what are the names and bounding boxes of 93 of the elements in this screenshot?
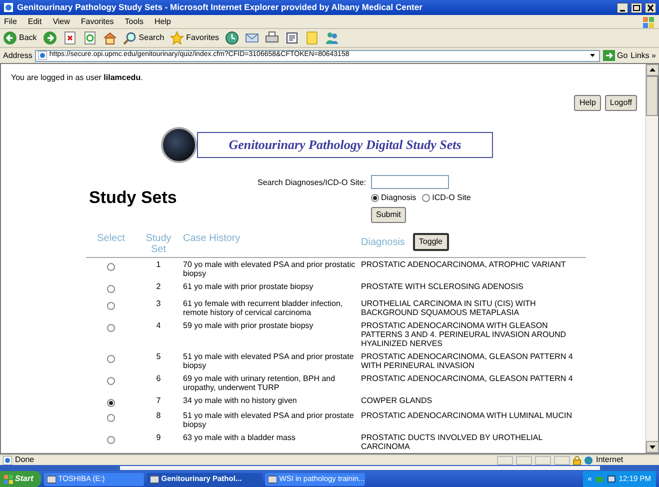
toggle-button[interactable]: Toggle bbox=[412, 233, 448, 251]
case-history: 34 yo male with no history given bbox=[183, 396, 297, 405]
diagnosis: PROSTATIC ADENOCARCINOMA, GLEASON PATTERN 4 bbox=[361, 374, 573, 383]
diagnosis: PROSTATIC DUCTS INVOLVED BY UROTHELIAL CARCINOMA bbox=[361, 433, 542, 451]
back-button[interactable]: Back bbox=[3, 31, 37, 45]
printer-icon[interactable] bbox=[265, 31, 280, 45]
close-button[interactable] bbox=[645, 2, 656, 12]
diagnosis: COWPER GLANDS bbox=[361, 396, 432, 405]
row-radio[interactable] bbox=[107, 414, 115, 422]
diagnosis: PROSTATIC ADENOCARCINOMA, ATROPHIC VARIANT bbox=[361, 260, 566, 269]
row-radio[interactable] bbox=[107, 377, 115, 385]
star-icon bbox=[170, 31, 184, 45]
study-set-number: 8 bbox=[156, 411, 161, 420]
page-heading: Study Sets bbox=[89, 187, 178, 209]
house-icon[interactable] bbox=[102, 31, 117, 45]
study-set-number: 7 bbox=[156, 396, 161, 405]
radio-option[interactable]: Diagnosis bbox=[371, 192, 416, 204]
diagnosis: PROSTATIC ADENOCARCINOMA WITH LUMINAL MUCIN bbox=[361, 411, 572, 420]
window-title: Genitourinary Pathology Study Sets - Microsoft Internet Explorer provided by Albany Medical Center bbox=[17, 1, 424, 14]
case-history: 51 yo male with elevated PSA and prior prostate biopsy bbox=[183, 352, 354, 370]
row-radio[interactable] bbox=[107, 324, 115, 332]
study-set-number: 3 bbox=[156, 299, 161, 308]
search-field[interactable] bbox=[371, 175, 449, 189]
row-radio[interactable] bbox=[107, 263, 115, 271]
page-button[interactable]: Logoff bbox=[604, 95, 637, 111]
maximize-button[interactable] bbox=[631, 2, 642, 12]
start-button[interactable]: Start bbox=[0, 471, 42, 487]
people-icon[interactable] bbox=[325, 31, 340, 45]
document-icon[interactable] bbox=[285, 31, 300, 45]
status-text: Done bbox=[15, 454, 36, 466]
search-label: Search Diagnoses/ICD-O Site: bbox=[256, 177, 367, 189]
row-radio[interactable] bbox=[107, 302, 115, 310]
scroll-thumb[interactable] bbox=[646, 76, 658, 116]
case-history: 51 yo male with elevated PSA and prior prostate biopsy bbox=[183, 411, 354, 429]
diagnosis: PROSTATIC ADENOCARCINOMA WITH GLEASON PATTERNS 3 AND 4. PERINEURAL INVASION AROUND HYALINIZED NERVES bbox=[361, 321, 566, 348]
windows-logo-icon bbox=[641, 16, 655, 28]
study-set-number: 5 bbox=[156, 352, 161, 361]
study-set-number: 2 bbox=[156, 282, 161, 291]
login-text: You are logged in as user lilamcedu. bbox=[11, 72, 144, 84]
case-history: 70 yo male with elevated PSA and prior prostatic biopsy bbox=[183, 260, 356, 278]
diagnosis: PROSTATE WITH SCLEROSING ADENOSIS bbox=[361, 282, 524, 291]
history-clock-icon[interactable] bbox=[225, 31, 240, 45]
menu-item[interactable]: Favorites bbox=[80, 16, 114, 28]
study-set-number: 4 bbox=[156, 321, 161, 330]
column-header: Diagnosis bbox=[361, 236, 405, 248]
arrow-icon bbox=[602, 50, 615, 61]
row-radio[interactable] bbox=[107, 399, 115, 407]
diagnosis: UROTHELIAL CARCINOMA IN SITU (CIS) WITH BACKGROUND SQUAMOUS METAPLASIA bbox=[361, 299, 536, 317]
status-panel bbox=[554, 456, 570, 464]
status-panel bbox=[535, 456, 551, 464]
row-radio[interactable] bbox=[107, 436, 115, 444]
refresh-icon[interactable] bbox=[82, 31, 97, 45]
status-panel bbox=[516, 456, 532, 464]
column-header: Case History bbox=[183, 233, 240, 244]
windows-logo-icon bbox=[4, 474, 13, 484]
case-history: 61 yo male with prior prostate biopsy bbox=[183, 282, 314, 291]
case-history: 61 yo female with recurrent bladder infection, remote history of cervical carcinoma bbox=[183, 299, 343, 317]
menu-item[interactable]: Edit bbox=[28, 16, 42, 28]
banner-title: Genitourinary Pathology Digital Study Sets bbox=[228, 136, 462, 154]
padlock-icon bbox=[573, 456, 581, 464]
column-header: Study Set bbox=[146, 233, 172, 255]
menu-item[interactable]: Help bbox=[154, 16, 171, 28]
minimize-button[interactable] bbox=[617, 2, 628, 12]
links-button[interactable]: Links » bbox=[630, 50, 656, 62]
study-set-number: 9 bbox=[156, 433, 161, 442]
diagnosis: PROSTATIC ADENOCARCINOMA, GLEASON PATTERN 4 WITH PERINEURAL INVASION bbox=[361, 352, 573, 370]
note-icon[interactable] bbox=[305, 31, 320, 45]
row-radio[interactable] bbox=[107, 285, 115, 293]
radio-option[interactable]: ICD-O Site bbox=[422, 192, 471, 204]
stop-icon[interactable] bbox=[62, 31, 77, 45]
submit-button[interactable]: Submit bbox=[371, 207, 406, 223]
search-icon bbox=[122, 31, 137, 45]
case-history: 63 yo male with a bladder mass bbox=[183, 433, 296, 442]
envelope-icon[interactable] bbox=[245, 31, 260, 45]
favorites-button[interactable]: Favorites bbox=[170, 31, 220, 45]
page-button[interactable]: Help bbox=[574, 95, 601, 111]
menu-item[interactable]: Tools bbox=[124, 16, 144, 28]
menu-item[interactable]: File bbox=[4, 16, 17, 28]
logo-emblem bbox=[161, 127, 197, 163]
address-label: Address bbox=[3, 50, 32, 62]
row-radio[interactable] bbox=[107, 355, 115, 363]
column-header: Select bbox=[97, 233, 125, 244]
status-panel bbox=[497, 456, 513, 464]
menu-item[interactable]: View bbox=[52, 16, 70, 28]
monitor-icon bbox=[606, 474, 616, 484]
go-button[interactable]: Go bbox=[602, 50, 628, 62]
globe-icon bbox=[584, 456, 593, 464]
study-set-number: 6 bbox=[156, 374, 161, 383]
study-set-number: 1 bbox=[156, 260, 161, 269]
search-button[interactable]: Search bbox=[122, 31, 164, 45]
case-history: 59 yo male with prior prostate biopsy bbox=[183, 321, 314, 330]
status-zone: Internet bbox=[596, 454, 624, 466]
case-history: 69 yo male with urinary retention, BPH and uropathy, underwent TURP bbox=[183, 374, 336, 392]
